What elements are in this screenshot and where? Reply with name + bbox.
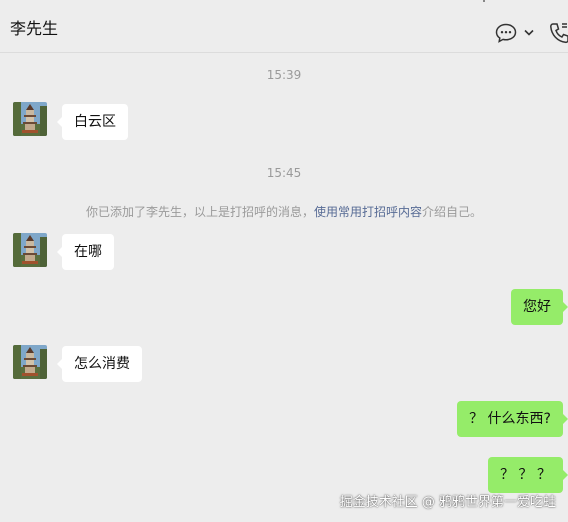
chat-bubble-more-icon[interactable]	[495, 23, 517, 43]
system-notice-suffix: 介绍自己。	[422, 205, 483, 219]
incoming-message[interactable]: 在哪	[57, 234, 114, 270]
incoming-message[interactable]: 怎么消费	[57, 346, 142, 382]
pagoda-avatar-image	[13, 345, 47, 379]
system-notice: 你已添加了李先生，以上是打招呼的消息，使用常用打招呼内容介绍自己。	[0, 203, 568, 220]
voice-call-icon[interactable]	[549, 22, 568, 44]
chat-message-area[interactable]: 15:39 白云区 15:45 你已添加了李先生，以上是打招呼的消息，使用常用打…	[0, 53, 568, 522]
chevron-down-icon[interactable]	[524, 29, 534, 37]
timestamp: 15:45	[266, 166, 302, 180]
outgoing-message[interactable]: ？ 什么东西?	[457, 401, 568, 437]
chat-header: 李先生	[0, 0, 568, 53]
system-notice-text: 你已添加了李先生，以上是打招呼的消息，	[85, 205, 314, 219]
contact-avatar[interactable]	[13, 102, 47, 136]
incoming-message[interactable]: 白云区	[57, 104, 128, 140]
pin-icon[interactable]	[478, 0, 490, 4]
pagoda-avatar-image	[13, 102, 47, 136]
contact-avatar[interactable]	[13, 233, 47, 267]
pagoda-avatar-image	[13, 233, 47, 267]
outgoing-message[interactable]: 您好	[511, 289, 568, 325]
contact-avatar[interactable]	[13, 345, 47, 379]
minimize-icon[interactable]	[520, 0, 532, 4]
outgoing-message[interactable]: ？ ？ ？	[488, 457, 568, 493]
greeting-templates-link[interactable]: 使用常用打招呼内容	[314, 205, 422, 219]
timestamp: 15:39	[266, 68, 302, 82]
contact-name[interactable]: 李先生	[10, 15, 58, 39]
watermark: 掘金技术社区 @ 鸦鸦世界第一爱吃蛙	[339, 495, 556, 510]
